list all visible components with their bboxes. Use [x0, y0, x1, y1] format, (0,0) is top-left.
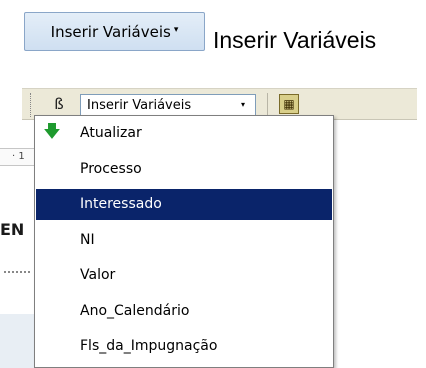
- menu-item-ni[interactable]: NI: [36, 225, 332, 256]
- chevron-down-icon: ▾: [240, 100, 245, 109]
- menu-item-label: Atualizar: [80, 125, 142, 141]
- menu-item-valor[interactable]: Valor: [36, 260, 332, 291]
- menu-item-interessado[interactable]: Interessado: [36, 189, 332, 220]
- menu-item-label: Processo: [80, 161, 142, 177]
- grid-icon[interactable]: ▦: [279, 94, 299, 114]
- document-shaded-area: [0, 314, 34, 368]
- menu-item-label: Fls_da_Impugnação: [80, 338, 218, 354]
- menu-item-processo[interactable]: Processo: [36, 154, 332, 185]
- insert-variables-button[interactable]: Inserir Variáveis ▾: [24, 12, 205, 51]
- dotted-line: [4, 271, 30, 275]
- menu-item-label: Valor: [80, 267, 116, 283]
- variables-menu: 🡇 Atualizar Processo Interessado NI Valo…: [34, 115, 334, 368]
- toolbar-grip[interactable]: [30, 93, 32, 117]
- insert-variables-dropdown[interactable]: Inserir Variáveis ▾: [80, 94, 256, 116]
- ruler: · 1: [0, 148, 34, 166]
- down-arrow-icon: 🡇: [43, 122, 61, 142]
- chevron-down-icon: ▾: [173, 24, 179, 35]
- script-icon[interactable]: ß: [50, 95, 68, 113]
- toolbar-separator: [267, 93, 268, 117]
- menu-item-label: Ano_Calendário: [80, 303, 190, 319]
- insert-variables-dropdown-label: Inserir Variáveis: [87, 97, 192, 113]
- insert-variables-button-label: Inserir Variáveis: [50, 22, 171, 41]
- menu-item-fls-da-impugnacao[interactable]: Fls_da_Impugnação: [36, 331, 332, 362]
- menu-item-label: Interessado: [80, 196, 162, 212]
- caption-text: Inserir Variáveis: [213, 27, 377, 53]
- menu-item-label: NI: [80, 232, 95, 248]
- menu-item-ano-calendario[interactable]: Ano_Calendário: [36, 296, 332, 327]
- menu-item-atualizar[interactable]: 🡇 Atualizar: [36, 118, 332, 149]
